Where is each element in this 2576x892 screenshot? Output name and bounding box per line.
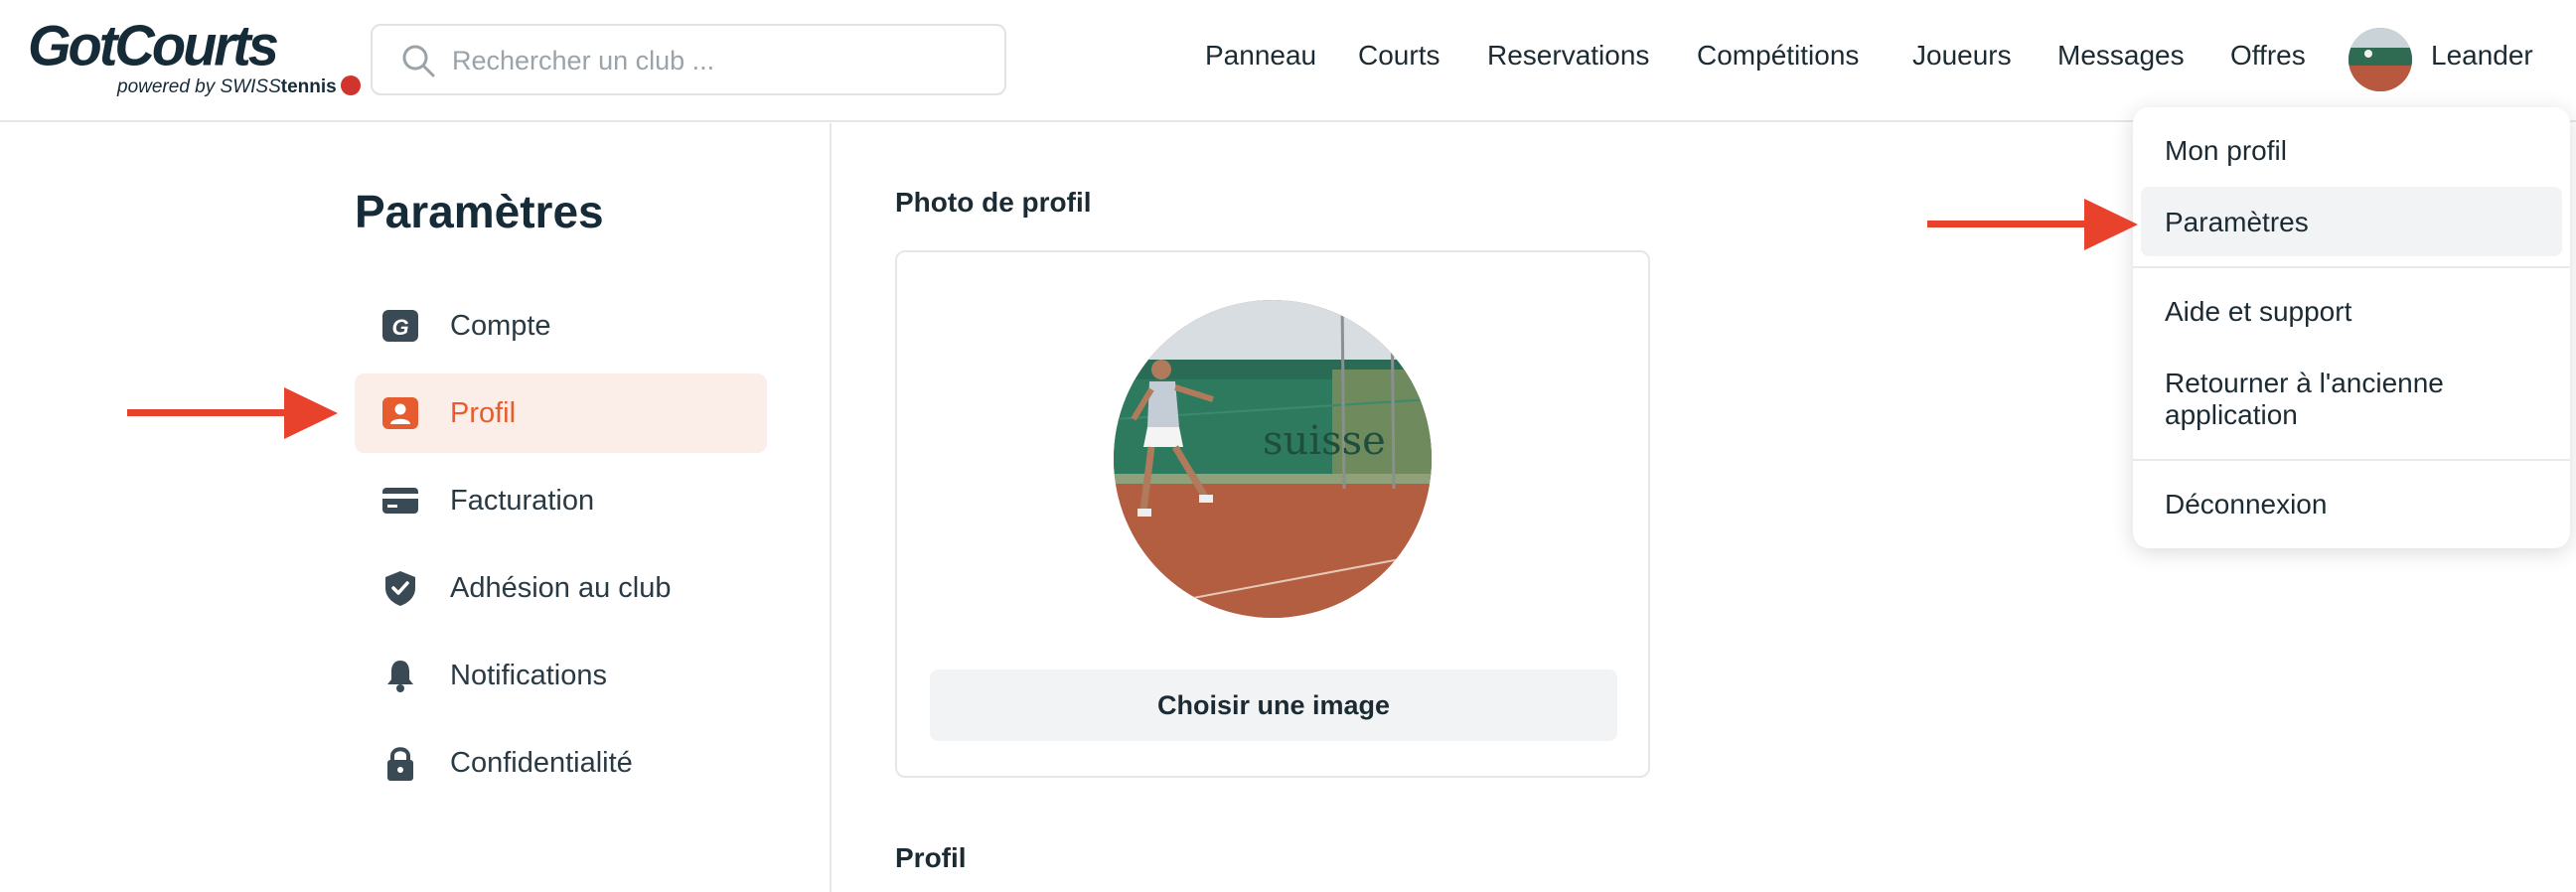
account-g-icon: G [382,310,418,342]
sidebar-item-label: Notifications [450,660,607,691]
nav-messages[interactable]: Messages [2057,40,2185,72]
avatar-photo [2349,28,2412,91]
nav-joueurs[interactable]: Joueurs [1912,40,2012,72]
profile-section-title: Profil [895,842,967,873]
profile-photo: suisse [1114,300,1432,618]
menu-item-parametres[interactable]: Paramètres [2165,207,2309,238]
menu-item-label-line1: Retourner à l'ancienne [2165,368,2444,398]
sidebar-item-label: Adhésion au club [450,572,672,604]
sidebar-item-label: Confidentialité [450,747,633,779]
user-avatar[interactable] [2349,28,2412,91]
lock-icon [387,747,413,781]
page-title: Paramètres [355,186,604,237]
nav-panneau[interactable]: Panneau [1205,40,1316,72]
nav-courts[interactable]: Courts [1358,40,1440,72]
annotation-arrow-profil [127,387,338,439]
club-search-box[interactable] [371,24,1006,95]
svg-text:G: G [391,315,408,340]
content-divider [830,123,832,892]
sidebar-item-label: Profil [450,397,517,429]
user-dropdown-menu: Mon profil Paramètres Aide et support Re… [2133,107,2570,548]
shield-check-icon [385,571,415,606]
profile-icon [382,397,418,429]
menu-item-label-line2: application [2165,399,2298,430]
menu-item-aide-support[interactable]: Aide et support [2165,296,2351,328]
court-banner-text: suisse [1263,418,1386,464]
top-header: GotCourts powered by SWISStennis Panneau… [0,0,2576,122]
annotation-arrow-parametres [1927,199,2138,250]
credit-card-icon [382,488,418,514]
user-menu-name[interactable]: Leander [2431,40,2533,72]
tennis-ball-icon [340,75,361,95]
gotcourts-logo[interactable]: GotCourts powered by SWISStennis [28,13,361,103]
logo-tagline: powered by SWISStennis [117,75,361,98]
menu-item-ancienne-application[interactable]: Retourner à l'ancienne application [2165,368,2444,431]
sidebar-item-compte[interactable]: G Compte [355,286,767,366]
sidebar-item-profil[interactable]: Profil [355,373,767,453]
sidebar-item-adhesion[interactable]: Adhésion au club [355,548,767,628]
menu-separator [2133,459,2570,461]
profile-photo-card: suisse Choisir une image [895,250,1650,778]
logo-wordmark: GotCourts [28,13,279,77]
tennis-player-photo: suisse [1114,300,1432,618]
nav-reservations[interactable]: Reservations [1487,40,1649,72]
sidebar-item-label: Compte [450,310,551,342]
sidebar-item-notifications[interactable]: Notifications [355,636,767,715]
menu-item-mon-profil[interactable]: Mon profil [2165,135,2287,167]
nav-offres[interactable]: Offres [2230,40,2306,72]
search-input[interactable] [452,38,988,83]
bell-icon [387,661,413,692]
search-icon [402,45,435,77]
menu-separator [2133,266,2570,268]
nav-competitions[interactable]: Compétitions [1697,40,1859,72]
sidebar-item-label: Facturation [450,485,595,517]
menu-item-deconnexion[interactable]: Déconnexion [2165,489,2327,520]
photo-section-title: Photo de profil [895,187,1092,218]
choose-image-button[interactable]: Choisir une image [930,669,1617,741]
sidebar-item-facturation[interactable]: Facturation [355,461,767,540]
sidebar-item-confidentialite[interactable]: Confidentialité [355,723,767,803]
